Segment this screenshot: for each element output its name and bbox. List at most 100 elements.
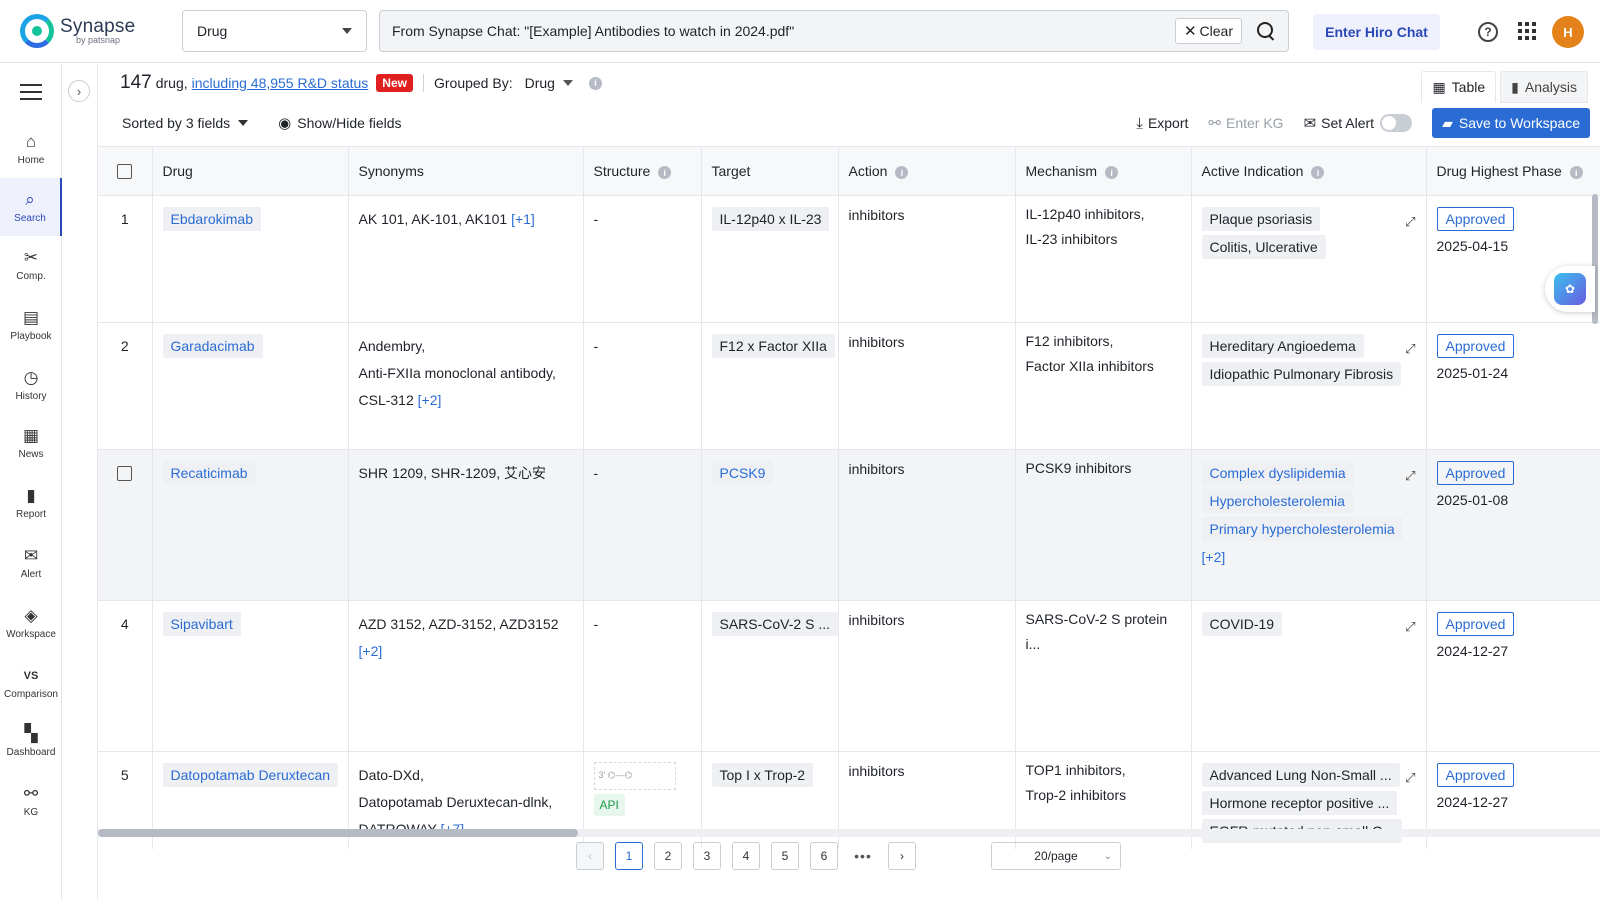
drug-name-link[interactable]: Garadacimab [163,334,263,358]
synonyms-more-link[interactable]: [+2] [418,392,442,408]
save-to-workspace-button[interactable]: ▰Save to Workspace [1432,108,1590,138]
sidebar-item-comp[interactable]: ✂Comp. [0,236,62,294]
column-header[interactable]: Mechanismi [1015,147,1191,195]
column-header[interactable]: Actioni [838,147,1015,195]
search-query-text[interactable]: From Synapse Chat: "[Example] Antibodies… [392,23,1175,39]
page-button-1[interactable]: 1 [615,842,643,870]
assistant-bot-button[interactable]: ✿ [1545,266,1595,312]
expand-icon[interactable]: ⤢ [1405,764,1415,791]
synonyms-more-link[interactable]: [+1] [511,211,535,227]
page-button-2[interactable]: 2 [654,842,682,870]
table-row[interactable]: RecaticimabSHR 1209, SHR-1209, 艾心安-PCSK9… [98,449,1600,600]
search-type-select[interactable]: Drug [182,10,367,52]
sidebar-item-alert[interactable]: ✉Alert [0,534,62,592]
horizontal-scrollbar-thumb[interactable] [98,829,578,837]
chevron-right-icon[interactable]: › [68,80,90,102]
export-button[interactable]: ⤓Export [1136,115,1188,132]
info-icon[interactable]: i [895,166,908,179]
expand-icon[interactable]: ⤢ [1405,208,1415,235]
grouped-by-select[interactable]: Drug [525,75,573,91]
sidebar-item-history[interactable]: ◷History [0,356,62,414]
target-chip[interactable]: SARS-CoV-2 S ... [712,612,838,636]
next-page-button[interactable]: › [888,842,916,870]
target-chip[interactable]: PCSK9 [712,461,774,485]
expand-icon[interactable]: ⤢ [1405,462,1415,489]
previous-page-button[interactable]: ‹ [576,842,604,870]
drug-name-link[interactable]: Ebdarokimab [163,207,262,231]
table-row[interactable]: 4SipavibartAZD 3152, AZD-3152, AZD3152 [… [98,600,1600,751]
page-button-4[interactable]: 4 [732,842,760,870]
column-header[interactable]: Synonyms [348,147,583,195]
sidebar-item-news[interactable]: ▦News [0,414,62,472]
indication-chip[interactable]: Idiopathic Pulmonary Fibrosis [1202,362,1402,386]
indication-chip[interactable]: Hereditary Angioedema [1202,334,1364,358]
sidebar-item-playbook[interactable]: ▤Playbook [0,296,62,354]
sidebar-item-dashboard[interactable]: ▚Dashboard [0,712,62,770]
sidebar-item-kg[interactable]: ⚯KG [0,772,62,830]
indication-chip[interactable]: Colitis, Ulcerative [1202,235,1326,259]
page-button-6[interactable]: 6 [810,842,838,870]
indication-chip[interactable]: Hormone receptor positive ... [1202,791,1398,815]
info-icon[interactable]: i [1105,166,1118,179]
column-header[interactable]: Drug [152,147,348,195]
sidebar-item-workspace[interactable]: ◈Workspace [0,594,62,652]
tab-analysis[interactable]: ▮Analysis [1500,71,1588,103]
show-hide-fields-button[interactable]: Show/Hide fields [297,115,401,131]
chevron-down-icon[interactable] [238,120,248,126]
info-icon[interactable]: i [589,77,602,90]
apps-grid-icon[interactable] [1518,22,1536,40]
column-header[interactable]: Structurei [583,147,701,195]
table-row[interactable]: 2GaradacimabAndembry,Anti-FXIIa monoclon… [98,322,1600,449]
column-header[interactable]: Active Indicationi [1191,147,1426,195]
expand-icon[interactable]: ⤢ [1405,335,1415,362]
column-header[interactable]: Drug Highest Phasei [1426,147,1600,195]
info-icon[interactable]: i [658,166,671,179]
search-input[interactable]: From Synapse Chat: "[Example] Antibodies… [379,10,1289,52]
indications-more-link[interactable]: [+2] [1202,549,1226,565]
indication-chip[interactable]: Primary hypercholesterolemia [1202,517,1403,541]
horizontal-scrollbar[interactable] [98,829,1600,837]
drug-name-link[interactable]: Sipavibart [163,612,241,636]
indication-chip[interactable]: Plaque psoriasis [1202,207,1321,231]
indication-chip[interactable]: COVID-19 [1202,612,1283,636]
pagination-ellipsis[interactable]: ••• [849,848,877,864]
enter-kg-button[interactable]: ⚯Enter KG [1208,114,1283,132]
drug-name-link[interactable]: Recaticimab [163,461,256,485]
synonyms-more-link[interactable]: [+2] [359,643,383,659]
set-alert-toggle[interactable] [1380,114,1412,132]
drug-name-link[interactable]: Datopotamab Deruxtecan [163,763,339,787]
menu-collapse-icon[interactable] [20,84,42,102]
avatar[interactable]: H [1552,16,1584,48]
search-icon[interactable] [1256,21,1276,41]
indication-chip[interactable]: Advanced Lung Non-Small ... [1202,763,1400,787]
column-header[interactable]: Target [701,147,838,195]
help-icon[interactable]: ? [1478,22,1498,42]
info-icon[interactable]: i [1570,166,1583,179]
row-checkbox[interactable] [117,466,132,481]
table-row[interactable]: 1EbdarokimabAK 101, AK-101, AK101 [+1]-I… [98,195,1600,322]
sidebar-item-home[interactable]: ⌂Home [0,120,62,178]
target-chip[interactable]: Top I x Trop-2 [712,763,814,787]
structure-thumbnail[interactable]: 3ʹ ⌬—⌬ [594,762,676,790]
sidebar-item-report[interactable]: ▮Report [0,474,62,532]
sidebar-item-comparison[interactable]: VSComparison [0,654,62,712]
tab-table[interactable]: ▦Table [1421,71,1496,103]
enter-hiro-chat-button[interactable]: Enter Hiro Chat [1313,14,1440,50]
page-button-3[interactable]: 3 [693,842,721,870]
indication-chip[interactable]: Hypercholesterolemia [1202,489,1353,513]
eye-icon[interactable]: ◉ [278,114,291,132]
set-alert-control[interactable]: ✉Set Alert [1304,114,1413,132]
info-icon[interactable]: i [1311,166,1324,179]
per-page-select[interactable]: 20/page⌄ [991,842,1121,870]
sort-dropdown[interactable]: Sorted by 3 fields [122,115,230,131]
synapse-logo[interactable]: Synapse by patsnap [20,14,135,48]
clear-button[interactable]: ✕Clear [1175,18,1242,44]
indication-chip[interactable]: Complex dyslipidemia [1202,461,1354,485]
expand-icon[interactable]: ⤢ [1405,613,1415,640]
sidebar-item-search[interactable]: ⌕Search [0,178,62,236]
rd-status-link[interactable]: including 48,955 R&D status [192,75,369,91]
page-button-5[interactable]: 5 [771,842,799,870]
target-chip[interactable]: F12 x Factor XIIa [712,334,835,358]
select-all-checkbox[interactable] [117,164,132,179]
target-chip[interactable]: IL-12p40 x IL-23 [712,207,830,231]
